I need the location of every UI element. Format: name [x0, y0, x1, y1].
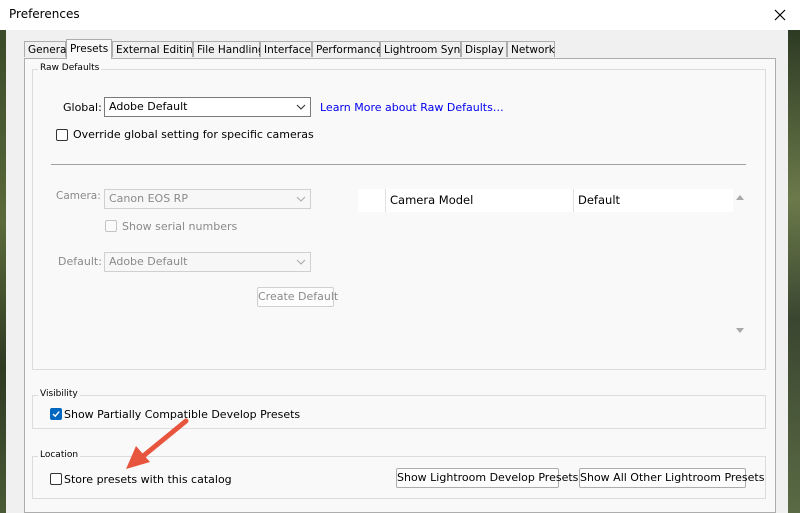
show-partially-compatible-checkbox[interactable] — [50, 408, 62, 420]
tab-file-handling[interactable]: File Handling — [193, 41, 265, 57]
show-other-presets-button[interactable]: Show All Other Lightroom Presets — [579, 468, 764, 488]
location-group-label: Location — [38, 450, 81, 460]
separator — [51, 164, 746, 165]
close-icon — [774, 9, 786, 21]
tab-lightroom-sync[interactable]: Lightroom Sync — [380, 41, 466, 57]
raw-defaults-group-label: Raw Defaults — [38, 63, 102, 73]
create-default-button[interactable]: Create Default — [257, 287, 338, 307]
chevron-down-icon — [296, 104, 306, 110]
override-cameras-label: Override global setting for specific cam… — [73, 128, 314, 141]
tab-performance[interactable]: Performance — [312, 41, 383, 57]
visibility-group-label: Visibility — [38, 389, 80, 399]
title-bar: Preferences — [0, 0, 800, 30]
window-title: Preferences — [9, 7, 80, 21]
show-develop-presets-button[interactable]: Show Lightroom Develop Presets — [396, 468, 578, 488]
global-label: Global: — [63, 101, 102, 114]
default-select[interactable]: Adobe Default — [104, 252, 311, 272]
override-cameras-checkbox[interactable] — [56, 129, 68, 141]
close-button[interactable] — [760, 0, 800, 30]
show-serial-checkbox[interactable] — [105, 220, 117, 232]
annotation-arrow-icon — [126, 418, 189, 469]
default-select-value: Adobe Default — [109, 255, 188, 268]
tab-external-editing[interactable]: External Editing — [112, 41, 199, 57]
tab-network[interactable]: Network — [507, 41, 555, 57]
global-select[interactable]: Adobe Default — [104, 97, 311, 117]
camera-select-value: Canon EOS RP — [109, 192, 188, 205]
column-header-default[interactable]: Default — [573, 189, 733, 212]
camera-defaults-table: Camera Model Default — [358, 189, 733, 344]
column-header-camera-model[interactable]: Camera Model — [385, 189, 573, 212]
tab-general[interactable]: General — [24, 41, 69, 57]
tab-presets[interactable]: Presets — [66, 39, 112, 59]
default-label: Default: — [58, 255, 102, 268]
store-with-catalog-checkbox[interactable] — [50, 473, 62, 485]
background-photo-left — [0, 30, 6, 513]
camera-label: Camera: — [56, 190, 101, 202]
tab-display[interactable]: Display — [461, 41, 507, 57]
global-select-value: Adobe Default — [109, 100, 188, 113]
scroll-down-arrow-icon[interactable] — [735, 327, 745, 334]
background-photo-right — [788, 30, 800, 513]
chevron-down-icon — [296, 196, 306, 202]
table-header: Camera Model Default — [358, 189, 733, 212]
scroll-up-arrow-icon[interactable] — [735, 194, 745, 201]
show-serial-label: Show serial numbers — [122, 220, 238, 233]
checkmark-icon — [52, 411, 60, 418]
camera-select[interactable]: Canon EOS RP — [104, 189, 311, 209]
learn-more-raw-defaults-link[interactable]: Learn More about Raw Defaults… — [320, 101, 504, 114]
tab-interface[interactable]: Interface — [260, 41, 312, 57]
chevron-down-icon — [296, 259, 306, 265]
